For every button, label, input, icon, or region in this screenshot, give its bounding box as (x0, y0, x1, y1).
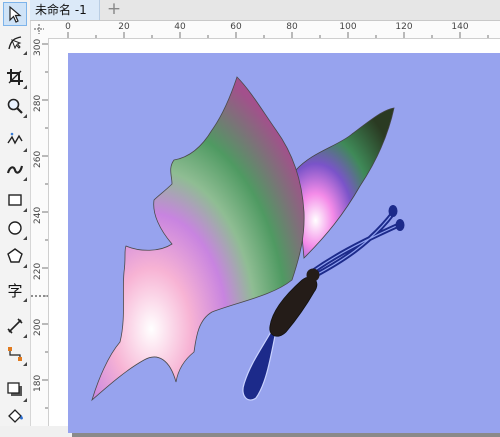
antenna-tip (388, 205, 398, 217)
head[interactable] (306, 268, 320, 282)
butterfly-artwork[interactable] (0, 0, 500, 426)
tail[interactable] (242, 328, 276, 401)
antenna-tip (395, 219, 405, 231)
